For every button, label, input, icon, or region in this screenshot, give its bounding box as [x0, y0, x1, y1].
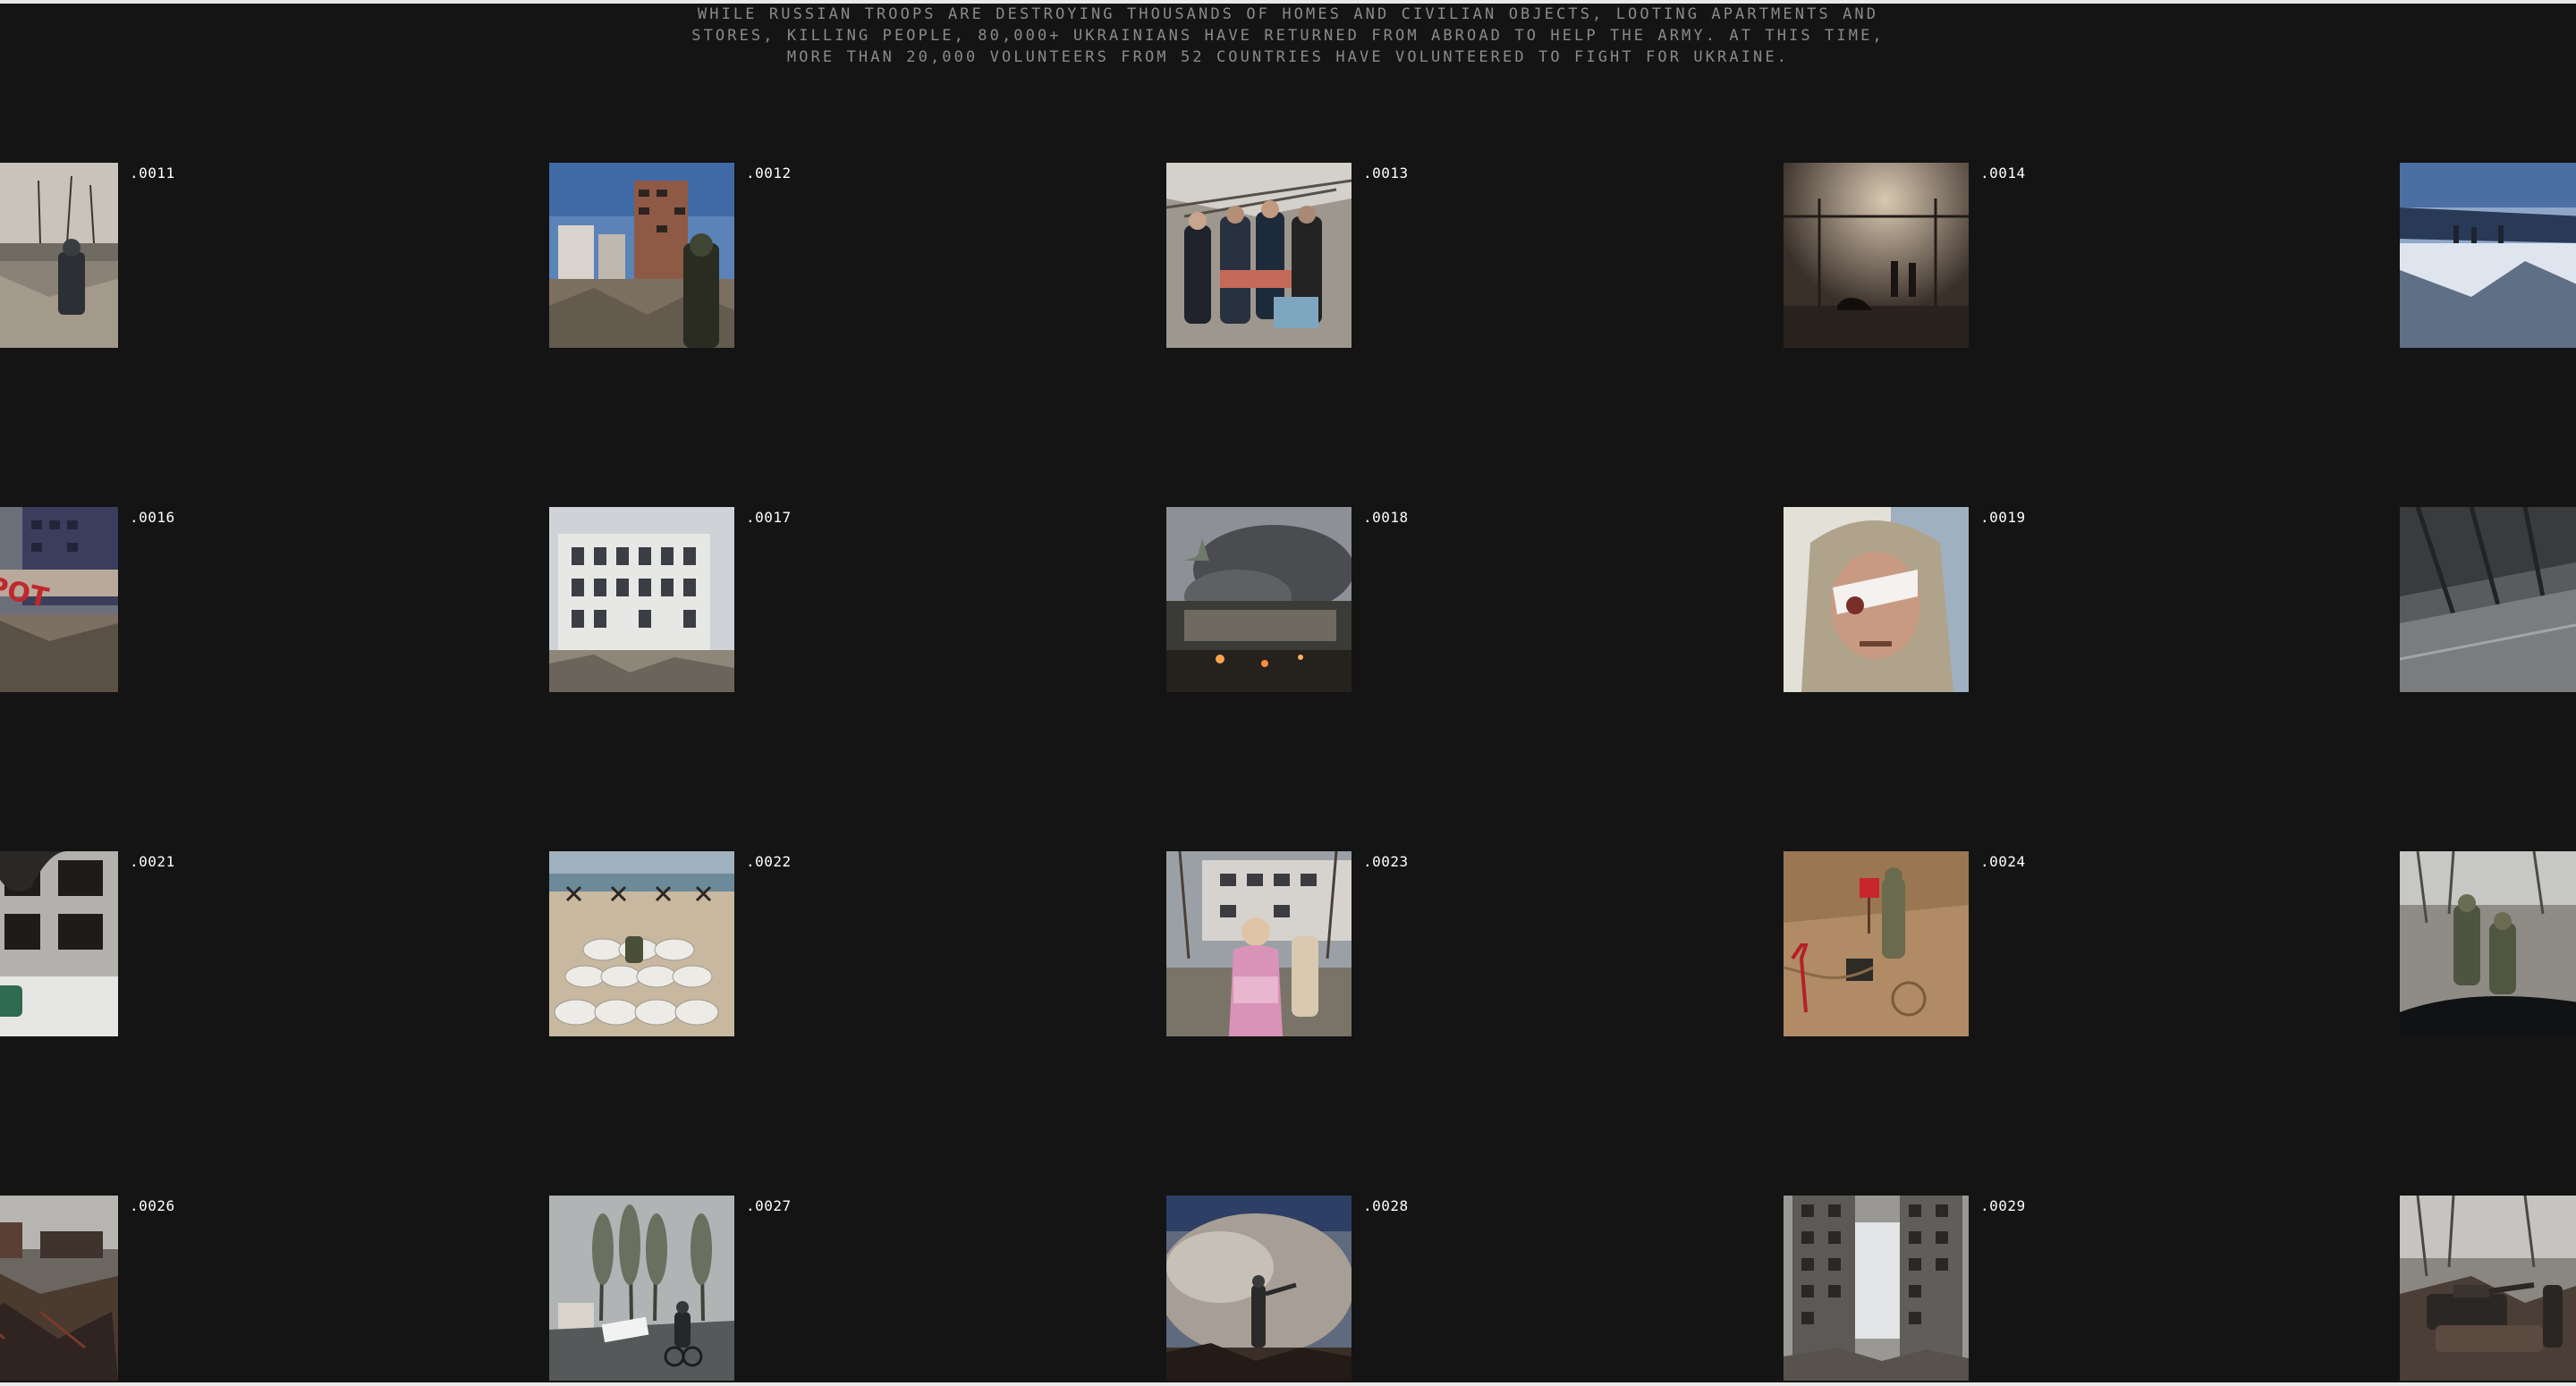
- photo-number-label: .0011: [130, 165, 175, 182]
- photo-image: [549, 851, 734, 1036]
- bottom-border: [0, 1382, 2576, 1386]
- photo-thumbnail[interactable]: [2400, 507, 2576, 692]
- gallery-page: WHILE RUSSIAN TROOPS ARE DESTROYING THOU…: [0, 0, 2576, 1386]
- photo-thumbnail[interactable]: [0, 163, 118, 348]
- photo-image: [1784, 507, 1969, 692]
- photo-thumbnail[interactable]: [0, 1196, 118, 1381]
- photo-thumbnail[interactable]: [2400, 1196, 2576, 1381]
- photo-thumbnail[interactable]: [1166, 851, 1352, 1036]
- photo-image: [0, 1196, 118, 1381]
- photo-number-label: .0013: [1363, 165, 1409, 182]
- photo-image: [2400, 507, 2576, 692]
- photo-image: [1784, 163, 1969, 348]
- photo-number-label: .0014: [1980, 165, 2026, 182]
- photo-image: [1784, 851, 1969, 1036]
- photo-number-label: .0026: [130, 1197, 175, 1214]
- photo-number-label: .0019: [1980, 509, 2026, 526]
- photo-thumbnail[interactable]: [549, 507, 734, 692]
- photo-image: [2400, 163, 2576, 348]
- photo-thumbnail[interactable]: POT: [0, 507, 118, 692]
- photo-thumbnail[interactable]: [2400, 163, 2576, 348]
- photo-thumbnail[interactable]: [2400, 851, 2576, 1036]
- photo-number-label: .0012: [746, 165, 792, 182]
- photo-image: [1784, 1196, 1969, 1381]
- photo-image: [2400, 851, 2576, 1036]
- photo-number-label: .0017: [746, 509, 792, 526]
- photo-number-label: .0029: [1980, 1197, 2026, 1214]
- photo-thumbnail[interactable]: [1784, 1196, 1969, 1381]
- photo-image: [1166, 1196, 1352, 1381]
- photo-image: [549, 163, 734, 348]
- photo-number-label: .0024: [1980, 853, 2026, 870]
- photo-thumbnail[interactable]: [0, 851, 118, 1036]
- photo-number-label: .0023: [1363, 853, 1409, 870]
- photo-number-label: .0027: [746, 1197, 792, 1214]
- photo-number-label: .0016: [130, 509, 175, 526]
- photo-thumbnail[interactable]: [549, 851, 734, 1036]
- photo-thumbnail[interactable]: [1166, 1196, 1352, 1381]
- photo-image: POT: [0, 507, 118, 692]
- photo-image: [0, 163, 118, 348]
- photo-thumbnail[interactable]: [1784, 163, 1969, 348]
- photo-image: [1166, 163, 1352, 348]
- photo-number-label: .0028: [1363, 1197, 1409, 1214]
- photo-thumbnail[interactable]: [1784, 507, 1969, 692]
- photo-thumbnail[interactable]: [549, 1196, 734, 1381]
- photo-image: [1166, 507, 1352, 692]
- photo-image: [549, 1196, 734, 1381]
- photo-number-label: .0022: [746, 853, 792, 870]
- photo-image: [1166, 851, 1352, 1036]
- photo-grid: .0011 .0012 .0013 .0014 POT .0016 .0017 …: [0, 0, 2576, 1386]
- photo-image: [549, 507, 734, 692]
- photo-thumbnail[interactable]: [1166, 507, 1352, 692]
- photo-number-label: .0018: [1363, 509, 1409, 526]
- photo-image: [0, 851, 118, 1036]
- photo-image: [2400, 1196, 2576, 1381]
- photo-thumbnail[interactable]: [549, 163, 734, 348]
- photo-thumbnail[interactable]: [1166, 163, 1352, 348]
- photo-number-label: .0021: [130, 853, 175, 870]
- photo-thumbnail[interactable]: [1784, 851, 1969, 1036]
